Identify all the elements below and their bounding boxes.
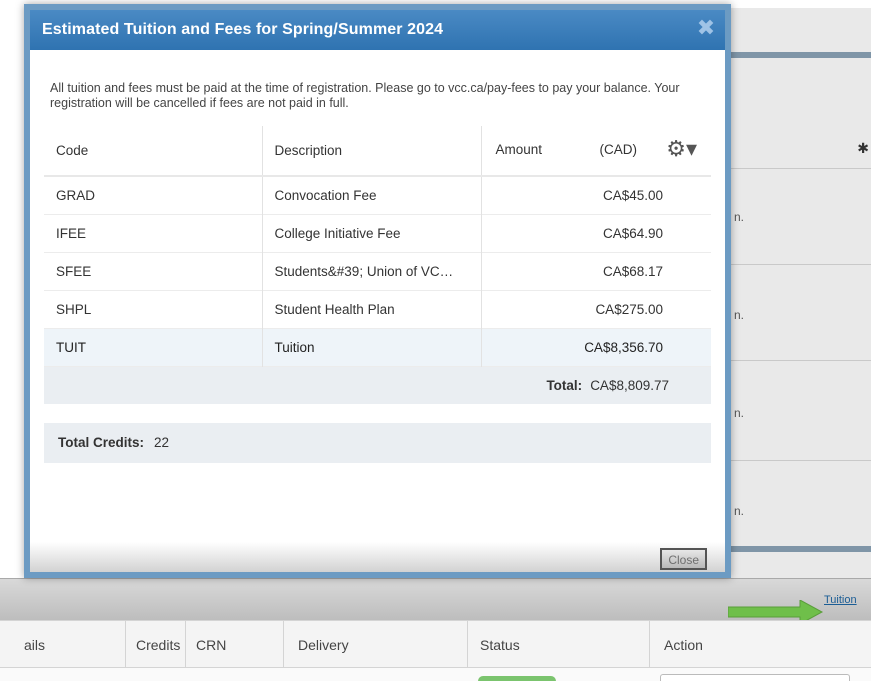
fee-amount: CA$64.90 xyxy=(602,225,663,241)
total-credits-value: 22 xyxy=(154,435,170,450)
total-row: Total: CA$8,809.77 xyxy=(44,366,711,404)
dialog-footer: Close xyxy=(30,542,725,572)
column-header-code[interactable]: Code xyxy=(44,126,263,177)
table-row[interactable]: GRAD Convocation Fee CA$45.00 xyxy=(44,176,711,214)
status-badge xyxy=(478,676,556,681)
total-cell: Total: CA$8,809.77 xyxy=(481,366,711,404)
amount-header-label: Amount xyxy=(495,142,543,157)
column-header-amount[interactable]: Amount (CAD) ⚙▾ xyxy=(481,126,711,177)
panel-divider xyxy=(728,460,871,461)
table-row[interactable]: SFEE Students&#39; Union of VC… CA$68.17 xyxy=(44,252,711,290)
panel-stripe xyxy=(728,546,871,552)
panel-gear-icon[interactable]: ✱ xyxy=(857,140,869,157)
column-header-details[interactable]: ails xyxy=(0,621,126,669)
fee-description: College Initiative Fee xyxy=(262,214,482,252)
action-select[interactable] xyxy=(660,674,850,681)
fee-amount: CA$68.17 xyxy=(602,263,663,279)
tuition-fees-dialog: Estimated Tuition and Fees for Spring/Su… xyxy=(24,4,731,578)
gear-icon[interactable]: ⚙▾ xyxy=(666,136,697,162)
fee-code: GRAD xyxy=(44,176,263,214)
fee-code: SHPL xyxy=(44,290,263,328)
table-row[interactable]: IFEE College Initiative Fee CA$64.90 xyxy=(44,214,711,252)
dialog-title: Estimated Tuition and Fees for Spring/Su… xyxy=(42,21,444,38)
panel-row-text: n. xyxy=(734,210,745,224)
total-credits-bar: Total Credits: 22 xyxy=(44,423,711,463)
close-x-icon[interactable]: ✖ xyxy=(695,17,717,39)
background-table-header: ails Credits CRN Delivery Status Action xyxy=(0,620,871,669)
table-row[interactable]: SHPL Student Health Plan CA$275.00 xyxy=(44,290,711,328)
tuition-link[interactable]: Tuition xyxy=(824,594,857,606)
fee-description: Students&#39; Union of VC… xyxy=(262,252,482,290)
column-header-credits[interactable]: Credits xyxy=(126,621,186,669)
column-header-description[interactable]: Description xyxy=(262,126,482,177)
fee-description: Tuition xyxy=(262,328,482,366)
fee-amount: CA$8,356.70 xyxy=(584,339,663,355)
currency-header-label: (CAD) xyxy=(599,142,638,157)
fee-description: Student Health Plan xyxy=(262,290,482,328)
total-credits-label: Total Credits: xyxy=(58,435,145,450)
panel-row-text: n. xyxy=(734,504,745,518)
table-row-selected[interactable]: TUIT Tuition CA$8,356.70 xyxy=(44,328,711,366)
close-button[interactable]: Close xyxy=(660,548,707,570)
total-empty-cell xyxy=(44,366,262,404)
table-header-row: Code Description Amount (CAD) ⚙▾ xyxy=(44,126,711,177)
panel-row-text: n. xyxy=(734,308,745,322)
panel-divider xyxy=(728,360,871,361)
total-value: CA$8,809.77 xyxy=(590,377,669,393)
fee-amount: CA$275.00 xyxy=(595,301,663,317)
total-empty-cell xyxy=(262,366,481,404)
fee-amount: CA$45.00 xyxy=(602,187,663,203)
payment-notice: All tuition and fees must be paid at the… xyxy=(50,81,680,110)
fee-description: Convocation Fee xyxy=(262,176,482,214)
fee-code: IFEE xyxy=(44,214,263,252)
fees-table: Code Description Amount (CAD) ⚙▾ GRAD Co… xyxy=(44,126,711,404)
fee-code: TUIT xyxy=(44,328,263,366)
background-right-panel: n. n. n. n. ✱ xyxy=(728,8,871,578)
fee-code: SFEE xyxy=(44,252,263,290)
column-header-crn[interactable]: CRN xyxy=(186,621,284,669)
panel-divider xyxy=(728,264,871,265)
column-header-delivery[interactable]: Delivery xyxy=(284,621,468,669)
column-header-action[interactable]: Action xyxy=(650,621,871,669)
panel-divider xyxy=(728,168,871,169)
panel-stripe xyxy=(728,52,871,58)
dialog-header: Estimated Tuition and Fees for Spring/Su… xyxy=(30,10,725,50)
panel-row-text: n. xyxy=(734,406,745,420)
total-label: Total: xyxy=(546,377,583,393)
column-header-status[interactable]: Status xyxy=(468,621,650,669)
